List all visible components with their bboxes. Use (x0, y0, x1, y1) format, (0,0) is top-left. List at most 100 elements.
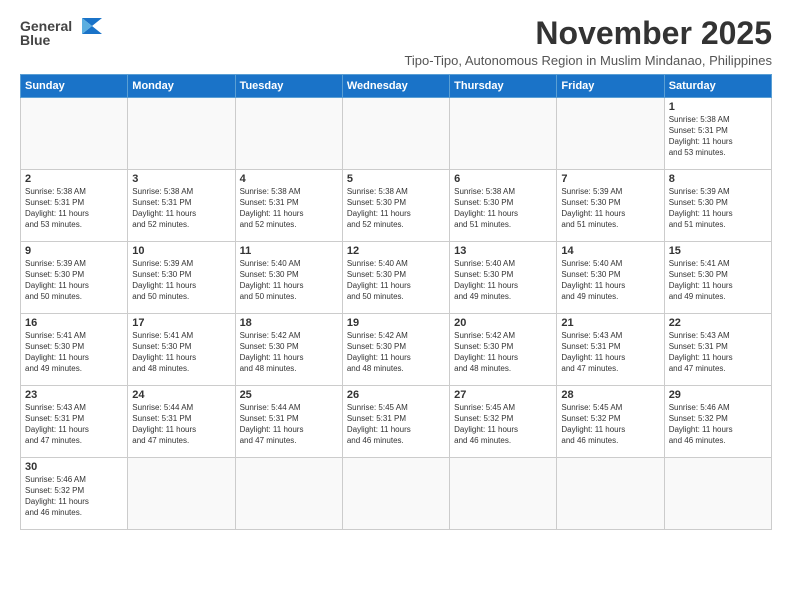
calendar-cell (235, 458, 342, 530)
calendar-cell: 12 Sunrise: 5:40 AM Sunset: 5:30 PM Dayli… (342, 242, 449, 314)
day-number: 17 (132, 317, 230, 329)
calendar-week-3: 9 Sunrise: 5:39 AM Sunset: 5:30 PM Daylig… (21, 242, 772, 314)
day-info: Sunrise: 5:44 AM Sunset: 5:31 PM Dayligh… (132, 403, 230, 446)
day-number: 25 (240, 389, 338, 401)
logo-icon (74, 16, 102, 36)
day-info: Sunrise: 5:40 AM Sunset: 5:30 PM Dayligh… (561, 259, 659, 302)
calendar-week-6: 30Sunrise: 5:46 AM Sunset: 5:32 PM Dayli… (21, 458, 772, 530)
calendar-cell: 22Sunrise: 5:43 AM Sunset: 5:31 PM Dayli… (664, 314, 771, 386)
day-number: 22 (669, 317, 767, 329)
calendar-week-4: 16 Sunrise: 5:41 AM Sunset: 5:30 PM Dayli… (21, 314, 772, 386)
header-wednesday: Wednesday (342, 75, 449, 98)
day-number: 13 (454, 245, 552, 257)
header-saturday: Saturday (664, 75, 771, 98)
day-number: 2 (25, 173, 123, 185)
calendar-week-2: 2 Sunrise: 5:38 AM Sunset: 5:31 PM Daylig… (21, 170, 772, 242)
calendar-cell: 30Sunrise: 5:46 AM Sunset: 5:32 PM Dayli… (21, 458, 128, 530)
day-info: Sunrise: 5:45 AM Sunset: 5:32 PM Dayligh… (454, 403, 552, 446)
day-info: Sunrise: 5:41 AM Sunset: 5:30 PM Dayligh… (669, 259, 767, 302)
calendar-cell (450, 98, 557, 170)
calendar-cell (235, 98, 342, 170)
calendar-cell: 1Sunrise: 5:38 AM Sunset: 5:31 PM Daylig… (664, 98, 771, 170)
calendar-cell: 24 Sunrise: 5:44 AM Sunset: 5:31 PM Dayli… (128, 386, 235, 458)
calendar-cell (664, 458, 771, 530)
calendar-cell: 2 Sunrise: 5:38 AM Sunset: 5:31 PM Daylig… (21, 170, 128, 242)
day-number: 24 (132, 389, 230, 401)
title-area: November 2025 Tipo-Tipo, Autonomous Regi… (404, 16, 772, 68)
day-number: 26 (347, 389, 445, 401)
day-number: 20 (454, 317, 552, 329)
header: General Blue November 2025 Tipo-Tipo, Au… (20, 16, 772, 68)
calendar-cell: 8 Sunrise: 5:39 AM Sunset: 5:30 PM Daylig… (664, 170, 771, 242)
calendar-cell: 18 Sunrise: 5:42 AM Sunset: 5:30 PM Dayli… (235, 314, 342, 386)
calendar-cell: 23Sunrise: 5:43 AM Sunset: 5:31 PM Dayli… (21, 386, 128, 458)
day-number: 11 (240, 245, 338, 257)
calendar-week-1: 1Sunrise: 5:38 AM Sunset: 5:31 PM Daylig… (21, 98, 772, 170)
day-info: Sunrise: 5:40 AM Sunset: 5:30 PM Dayligh… (347, 259, 445, 302)
calendar-cell: 3Sunrise: 5:38 AM Sunset: 5:31 PM Daylig… (128, 170, 235, 242)
calendar-cell (21, 98, 128, 170)
calendar-cell: 26 Sunrise: 5:45 AM Sunset: 5:31 PM Dayli… (342, 386, 449, 458)
day-info: Sunrise: 5:44 AM Sunset: 5:31 PM Dayligh… (240, 403, 338, 446)
day-number: 14 (561, 245, 659, 257)
day-info: Sunrise: 5:40 AM Sunset: 5:30 PM Dayligh… (454, 259, 552, 302)
day-number: 1 (669, 101, 767, 113)
day-number: 18 (240, 317, 338, 329)
calendar-page: General Blue November 2025 Tipo-Tipo, Au… (0, 0, 792, 612)
day-number: 15 (669, 245, 767, 257)
day-info: Sunrise: 5:38 AM Sunset: 5:31 PM Dayligh… (132, 187, 230, 230)
day-number: 12 (347, 245, 445, 257)
calendar-cell: 15 Sunrise: 5:41 AM Sunset: 5:30 PM Dayli… (664, 242, 771, 314)
calendar-cell: 14 Sunrise: 5:40 AM Sunset: 5:30 PM Dayli… (557, 242, 664, 314)
calendar-cell: 10Sunrise: 5:39 AM Sunset: 5:30 PM Dayli… (128, 242, 235, 314)
day-info: Sunrise: 5:38 AM Sunset: 5:31 PM Dayligh… (25, 187, 123, 230)
calendar-week-5: 23Sunrise: 5:43 AM Sunset: 5:31 PM Dayli… (21, 386, 772, 458)
calendar-cell: 29 Sunrise: 5:46 AM Sunset: 5:32 PM Dayli… (664, 386, 771, 458)
day-info: Sunrise: 5:45 AM Sunset: 5:32 PM Dayligh… (561, 403, 659, 446)
day-number: 23 (25, 389, 123, 401)
header-thursday: Thursday (450, 75, 557, 98)
day-info: Sunrise: 5:39 AM Sunset: 5:30 PM Dayligh… (669, 187, 767, 230)
month-title: November 2025 (404, 16, 772, 51)
day-info: Sunrise: 5:42 AM Sunset: 5:30 PM Dayligh… (240, 331, 338, 374)
day-number: 19 (347, 317, 445, 329)
calendar-cell: 4Sunrise: 5:38 AM Sunset: 5:31 PM Daylig… (235, 170, 342, 242)
day-info: Sunrise: 5:38 AM Sunset: 5:30 PM Dayligh… (454, 187, 552, 230)
day-info: Sunrise: 5:38 AM Sunset: 5:30 PM Dayligh… (347, 187, 445, 230)
day-number: 5 (347, 173, 445, 185)
day-number: 8 (669, 173, 767, 185)
day-info: Sunrise: 5:41 AM Sunset: 5:30 PM Dayligh… (25, 331, 123, 374)
header-sunday: Sunday (21, 75, 128, 98)
calendar-cell (342, 458, 449, 530)
day-info: Sunrise: 5:43 AM Sunset: 5:31 PM Dayligh… (561, 331, 659, 374)
day-info: Sunrise: 5:45 AM Sunset: 5:31 PM Dayligh… (347, 403, 445, 446)
calendar-cell: 5 Sunrise: 5:38 AM Sunset: 5:30 PM Daylig… (342, 170, 449, 242)
day-number: 29 (669, 389, 767, 401)
calendar-cell (557, 98, 664, 170)
calendar-cell: 13 Sunrise: 5:40 AM Sunset: 5:30 PM Dayli… (450, 242, 557, 314)
calendar-cell: 6Sunrise: 5:38 AM Sunset: 5:30 PM Daylig… (450, 170, 557, 242)
day-info: Sunrise: 5:39 AM Sunset: 5:30 PM Dayligh… (561, 187, 659, 230)
day-number: 9 (25, 245, 123, 257)
calendar-cell (128, 98, 235, 170)
header-friday: Friday (557, 75, 664, 98)
day-number: 10 (132, 245, 230, 257)
calendar-cell: 11 Sunrise: 5:40 AM Sunset: 5:30 PM Dayli… (235, 242, 342, 314)
calendar-cell: 7Sunrise: 5:39 AM Sunset: 5:30 PM Daylig… (557, 170, 664, 242)
calendar-cell: 19 Sunrise: 5:42 AM Sunset: 5:30 PM Dayli… (342, 314, 449, 386)
day-info: Sunrise: 5:46 AM Sunset: 5:32 PM Dayligh… (669, 403, 767, 446)
header-row: Sunday Monday Tuesday Wednesday Thursday… (21, 75, 772, 98)
calendar-cell: 17Sunrise: 5:41 AM Sunset: 5:30 PM Dayli… (128, 314, 235, 386)
day-number: 27 (454, 389, 552, 401)
day-info: Sunrise: 5:40 AM Sunset: 5:30 PM Dayligh… (240, 259, 338, 302)
day-info: Sunrise: 5:39 AM Sunset: 5:30 PM Dayligh… (25, 259, 123, 302)
day-number: 16 (25, 317, 123, 329)
calendar-cell: 21Sunrise: 5:43 AM Sunset: 5:31 PM Dayli… (557, 314, 664, 386)
logo: General Blue (20, 16, 102, 48)
calendar-cell (450, 458, 557, 530)
day-number: 30 (25, 461, 123, 473)
day-info: Sunrise: 5:42 AM Sunset: 5:30 PM Dayligh… (347, 331, 445, 374)
calendar-cell: 20Sunrise: 5:42 AM Sunset: 5:30 PM Dayli… (450, 314, 557, 386)
day-info: Sunrise: 5:38 AM Sunset: 5:31 PM Dayligh… (240, 187, 338, 230)
calendar-cell: 16 Sunrise: 5:41 AM Sunset: 5:30 PM Dayli… (21, 314, 128, 386)
